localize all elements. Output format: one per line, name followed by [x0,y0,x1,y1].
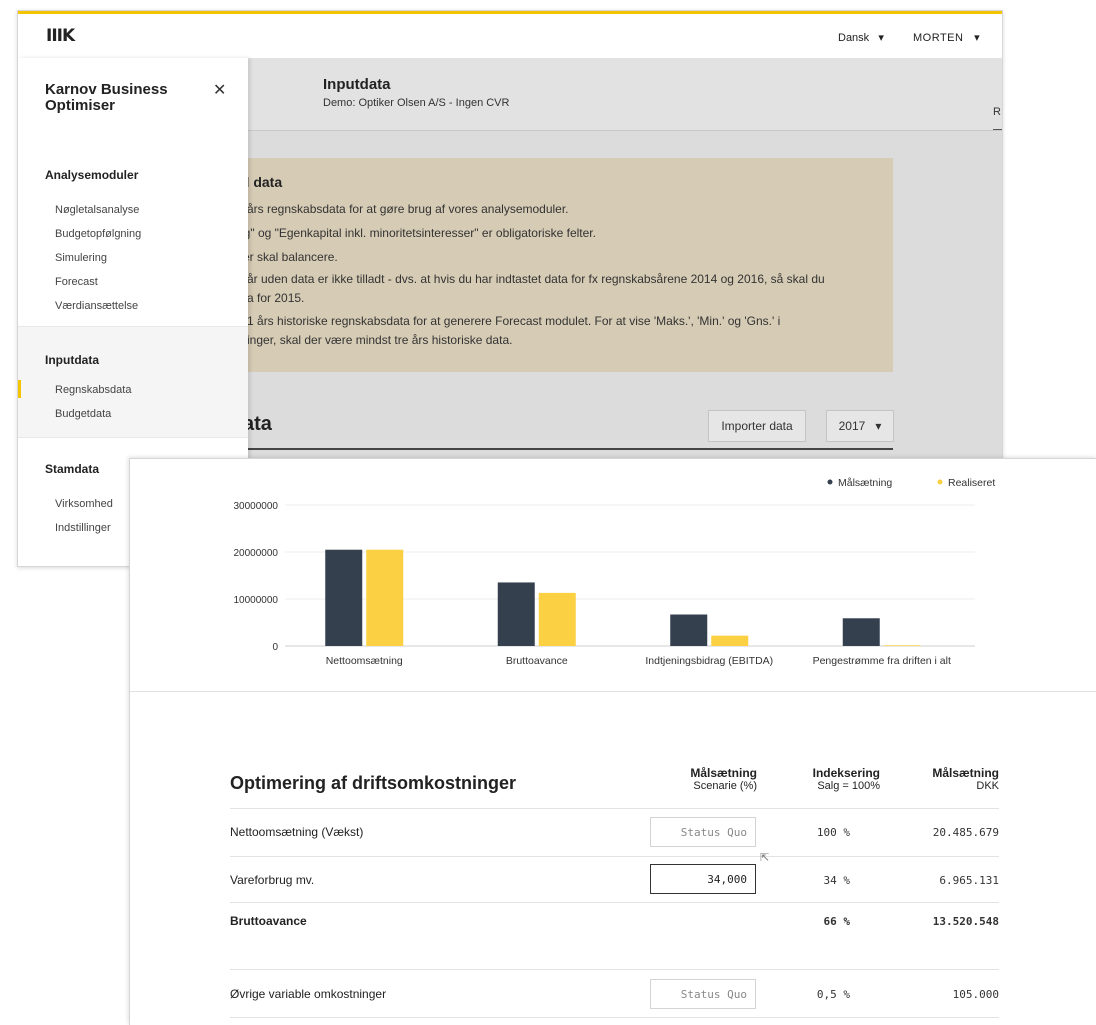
column-header-sub: Salg = 100% [817,780,880,792]
sidebar-item-regnskabsdata[interactable]: Regnskabsdata [55,384,131,396]
x-tick-label: Bruttoavance [506,655,568,667]
row-label: Øvrige variable omkostninger [230,987,387,1001]
bar-malsaetning [325,549,363,646]
bar-malsaetning [670,614,708,646]
info-line: tninger, skal der være mindst tre års hi… [237,333,513,347]
column-header-indexing: Indeksering Salg = 100% [780,766,880,792]
row-divider [230,856,999,857]
page-title: Inputdata [323,76,391,93]
scenario-input[interactable]: Status Quo [650,817,756,847]
bar-realiseret [366,549,404,646]
legend-label: Målsætning [838,477,892,489]
bar-realiseret [538,592,576,646]
index-value: 66 % [823,915,851,928]
x-tick-label: Indtjeningsbidrag (EBITDA) [645,655,773,667]
sidebar-item-simulering[interactable]: Simulering [55,252,107,264]
sidebar-section-title: Analysemoduler [45,168,139,182]
dkk-value: 20.485.679 [932,826,999,839]
company-subtitle: Demo: Optiker Olsen A/S - Ingen CVR [323,97,510,109]
close-icon[interactable]: ✕ [213,80,226,100]
karnov-logo[interactable]: IIIK [46,26,75,46]
tab-partial[interactable]: R [993,106,1001,118]
legend-marker [937,479,943,485]
info-line: ver skal balancere. [237,250,338,264]
user-menu[interactable]: MORTEN ▾ [913,31,980,44]
import-data-button[interactable]: Importer data [708,410,806,442]
y-tick-label: 30000000 [234,501,279,512]
column-header-sub: Scenarie (%) [693,780,757,792]
column-header-title: Målsætning [690,766,757,780]
row-divider [230,969,999,970]
foreground-app-window: 0 10000000 20000000 30000000 Nettoomsætning B… [129,458,1096,1025]
row-divider [230,1017,999,1018]
section-underline [243,448,893,450]
info-line: e år uden data er ikke tilladt - dvs. at… [237,272,825,286]
scenario-input[interactable]: 34,000 [650,864,756,894]
active-indicator [18,380,21,398]
chevron-down-icon: ▾ [875,419,882,433]
info-line: ng" og "Egenkapital inkl. minoritetsinte… [237,226,596,240]
sidebar-section-title: Stamdata [45,462,100,476]
info-line: n 1 års historiske regnskabsdata for at … [237,314,781,328]
app-name: Karnov Business Optimiser [45,81,168,114]
column-header-dkk: Målsætning DKK [899,766,999,792]
bar-malsaetning [497,582,535,646]
info-box: til data 2 års regnskabsdata for at gøre… [223,158,893,372]
y-tick-label: 0 [272,642,278,653]
column-header-title: Indeksering [812,766,880,780]
sidebar-divider [18,437,248,438]
index-value: 34 % [823,874,851,887]
import-data-label: Importer data [721,419,793,433]
top-bar: IIIK Dansk ▾ MORTEN ▾ [18,14,1002,58]
scenario-input[interactable]: Status Quo [650,979,756,1009]
sidebar-item-budgetopfolgning[interactable]: Budgetopfølgning [55,228,141,240]
comparison-bar-chart: 0 10000000 20000000 30000000 Nettoomsætning B… [234,477,996,667]
mouse-cursor-icon: ⇱ [760,852,770,864]
column-header-scenario: Målsætning Scenarie (%) [657,766,757,792]
bar-malsaetning [842,618,880,646]
row-divider [230,808,999,809]
sidebar-item-forecast[interactable]: Forecast [55,276,98,288]
y-tick-label: 10000000 [234,595,279,606]
dkk-value: 6.965.131 [939,874,999,887]
x-tick-label: Pengestrømme fra driften i alt [813,655,951,667]
bar-realiseret [711,635,749,646]
row-label: Nettoomsætning (Vækst) [230,825,364,839]
index-value: 0,5 % [816,988,850,1001]
row-divider [230,902,999,903]
bar-realiseret [883,645,921,646]
sidebar-item-budgetdata[interactable]: Budgetdata [55,408,111,420]
table-title: Optimering af driftsomkostninger [230,773,517,793]
chevron-down-icon: ▾ [872,32,884,44]
year-value: 2017 [838,419,866,433]
row-label: Vareforbrug mv. [230,873,315,887]
column-header-sub: DKK [976,780,999,792]
sidebar-item-vaerdiansaettelse[interactable]: Værdiansættelse [55,300,138,312]
sidebar-section-block [18,327,248,437]
language-select[interactable]: Dansk ▾ [838,31,884,44]
chart-divider [130,691,1096,692]
index-value: 100 % [816,826,850,839]
chevron-down-icon: ▾ [967,32,981,44]
y-tick-label: 20000000 [234,548,279,559]
legend-label: Realiseret [948,477,995,489]
dkk-value: 13.520.548 [932,915,999,928]
row-label: Bruttoavance [230,914,307,928]
sidebar-item-nogletalsanalyse[interactable]: Nøgletalsanalyse [55,204,139,216]
column-header-title: Målsætning [932,766,999,780]
info-line: 2 års regnskabsdata for at gøre brug af … [237,202,569,216]
dkk-value: 105.000 [952,988,999,1001]
sidebar-item-indstillinger[interactable]: Indstillinger [55,522,111,534]
header-divider [243,130,1002,131]
user-name: MORTEN [913,32,964,44]
sidebar-section-title: Inputdata [45,353,99,367]
sidebar-item-virksomhed[interactable]: Virksomhed [55,498,113,510]
language-label: Dansk [838,32,870,44]
legend-marker [827,479,833,485]
year-select[interactable]: 2017 ▾ [826,410,894,442]
x-tick-label: Nettoomsætning [326,655,403,667]
